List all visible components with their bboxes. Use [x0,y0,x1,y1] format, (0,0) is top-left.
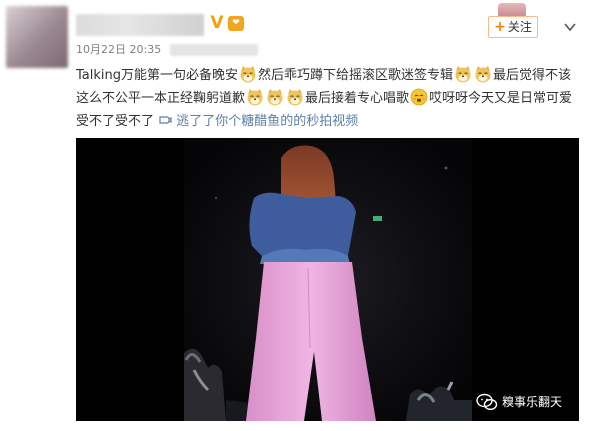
chevron-down-icon[interactable] [563,20,577,34]
video-frame [76,138,579,421]
wechat-icon [476,393,498,411]
watermark-text: 糗事乐翻天 [502,395,563,409]
follow-label: 关注 [507,20,532,34]
doge-emoji [247,89,263,106]
doge-emoji [455,66,471,83]
username-redacted[interactable] [76,14,204,36]
post-timestamp[interactable]: 10月22日 20:35 [76,42,161,58]
video-link-icon [159,116,172,124]
post-source-redacted [170,44,258,56]
watermark: 糗事乐翻天 [476,391,562,413]
follow-button[interactable]: + 关注 [488,16,538,38]
follow-thumbnail [498,3,526,16]
post-text-segment: Talking万能第一句必备晚安 [76,68,238,83]
shy-emoji [410,88,428,106]
user-avatar[interactable] [6,6,68,68]
post-text: Talking万能第一句必备晚安 然后乖巧蹲下给摇滚区歌迷签专辑 最后觉得不该这么不… [76,64,584,133]
post-text-segment: 然后乖巧蹲下给摇滚区歌迷签专辑 [258,68,454,83]
doge-emoji [267,89,283,106]
video-link-label[interactable]: 逃了了你个糖醋鱼的的秒拍视频 [176,114,358,129]
doge-emoji [475,66,491,83]
doge-emoji [287,89,303,106]
verified-v-icon: V [210,13,224,33]
post-text-segment: 最后接着专心唱歌 [305,91,410,106]
doge-emoji [240,66,256,83]
video-link[interactable]: 逃了了你个糖醋鱼的的秒拍视频 [154,114,358,129]
video-player[interactable] [76,138,579,421]
vip-badge-icon: ❤ [228,16,244,31]
plus-icon: + [494,19,506,35]
